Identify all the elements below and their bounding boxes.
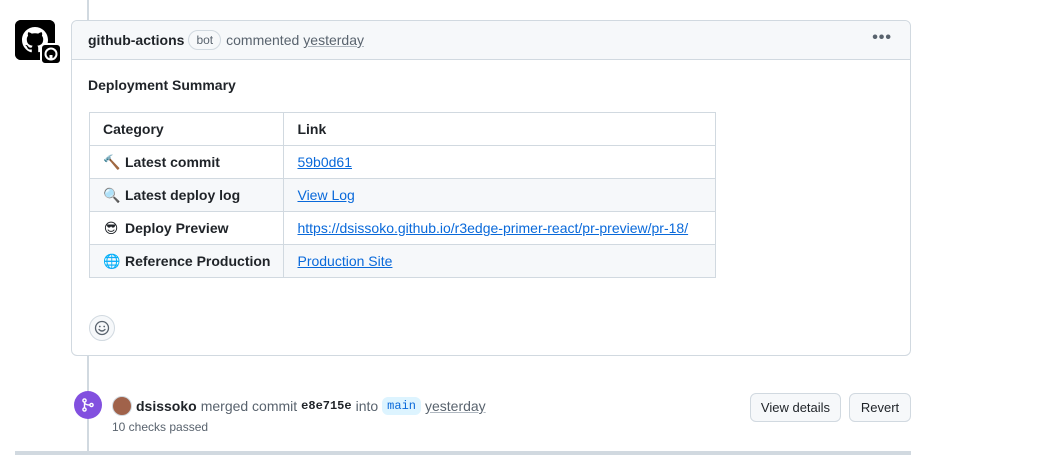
table-row: 🔍 Latest deploy log View Log — [88, 178, 717, 212]
comment-menu-icon[interactable]: ••• — [872, 30, 892, 46]
revert-button[interactable]: Revert — [849, 393, 911, 422]
table-row: 🌐 Reference Production Production Site — [88, 244, 717, 278]
link-cell: https://dsissoko.github.io/r3edge-primer… — [283, 211, 717, 245]
link-cell: 59b0d61 — [283, 145, 717, 179]
user-avatar[interactable] — [112, 396, 132, 416]
production-site-link[interactable]: Production Site — [297, 253, 392, 269]
link-cell: View Log — [283, 178, 717, 212]
merge-user[interactable]: dsissoko — [136, 398, 197, 414]
branch-label[interactable]: main — [382, 397, 421, 415]
add-reaction-button[interactable] — [89, 315, 115, 341]
comment-timestamp[interactable]: yesterday — [303, 32, 364, 48]
table-header-row: Category Link — [88, 112, 717, 146]
app-badge-icon — [40, 43, 62, 65]
latest-commit-link[interactable]: 59b0d61 — [297, 154, 352, 170]
column-header-category: Category — [88, 112, 285, 146]
timeline-bottom-divider — [15, 451, 911, 455]
category-label: Deploy Preview — [125, 219, 229, 236]
merge-timestamp[interactable]: yesterday — [425, 398, 486, 414]
merge-action: merged commit — [200, 398, 298, 414]
category-label: Latest deploy log — [125, 186, 241, 203]
deployment-table: Category Link 🔨 Latest commit 59b0d61 🔍 La… — [88, 112, 717, 278]
table-row: 🔨 Latest commit 59b0d61 — [88, 145, 717, 179]
category-cell: 🌐 Reference Production — [88, 244, 285, 278]
smiley-icon — [94, 320, 110, 336]
column-header-link: Link — [283, 112, 717, 146]
hammer-icon: 🔨 — [103, 153, 121, 170]
bot-badge: bot — [188, 30, 222, 50]
merge-event-line: dsissoko merged commit e8e715e into main… — [112, 396, 486, 416]
deployment-comment: github-actions bot commented yesterday •… — [71, 20, 911, 356]
comment-verb: commented — [226, 32, 300, 48]
category-cell: 😎 Deploy Preview — [88, 211, 285, 245]
table-row: 😎 Deploy Preview https://dsissoko.github.… — [88, 211, 717, 245]
comment-author[interactable]: github-actions — [88, 32, 184, 48]
deploy-log-link[interactable]: View Log — [297, 187, 354, 203]
merge-into-text: into — [355, 398, 379, 414]
git-merge-icon — [82, 398, 94, 412]
sunglasses-face-icon: 😎 — [103, 219, 119, 236]
commit-sha-link[interactable]: e8e715e — [301, 399, 351, 413]
merge-event-icon — [74, 391, 102, 419]
magnifier-icon: 🔍 — [103, 186, 121, 203]
category-label: Latest commit — [125, 153, 220, 170]
globe-icon: 🌐 — [103, 252, 121, 269]
comment-header: github-actions bot commented yesterday •… — [72, 21, 910, 60]
category-cell: 🔨 Latest commit — [88, 145, 285, 179]
category-cell: 🔍 Latest deploy log — [88, 178, 285, 212]
view-details-button[interactable]: View details — [750, 393, 841, 422]
link-cell: Production Site — [283, 244, 717, 278]
category-label: Reference Production — [125, 252, 271, 269]
checks-status[interactable]: 10 checks passed — [112, 420, 208, 434]
comment-title: Deployment Summary — [88, 77, 236, 93]
deploy-preview-link[interactable]: https://dsissoko.github.io/r3edge-primer… — [297, 220, 688, 236]
